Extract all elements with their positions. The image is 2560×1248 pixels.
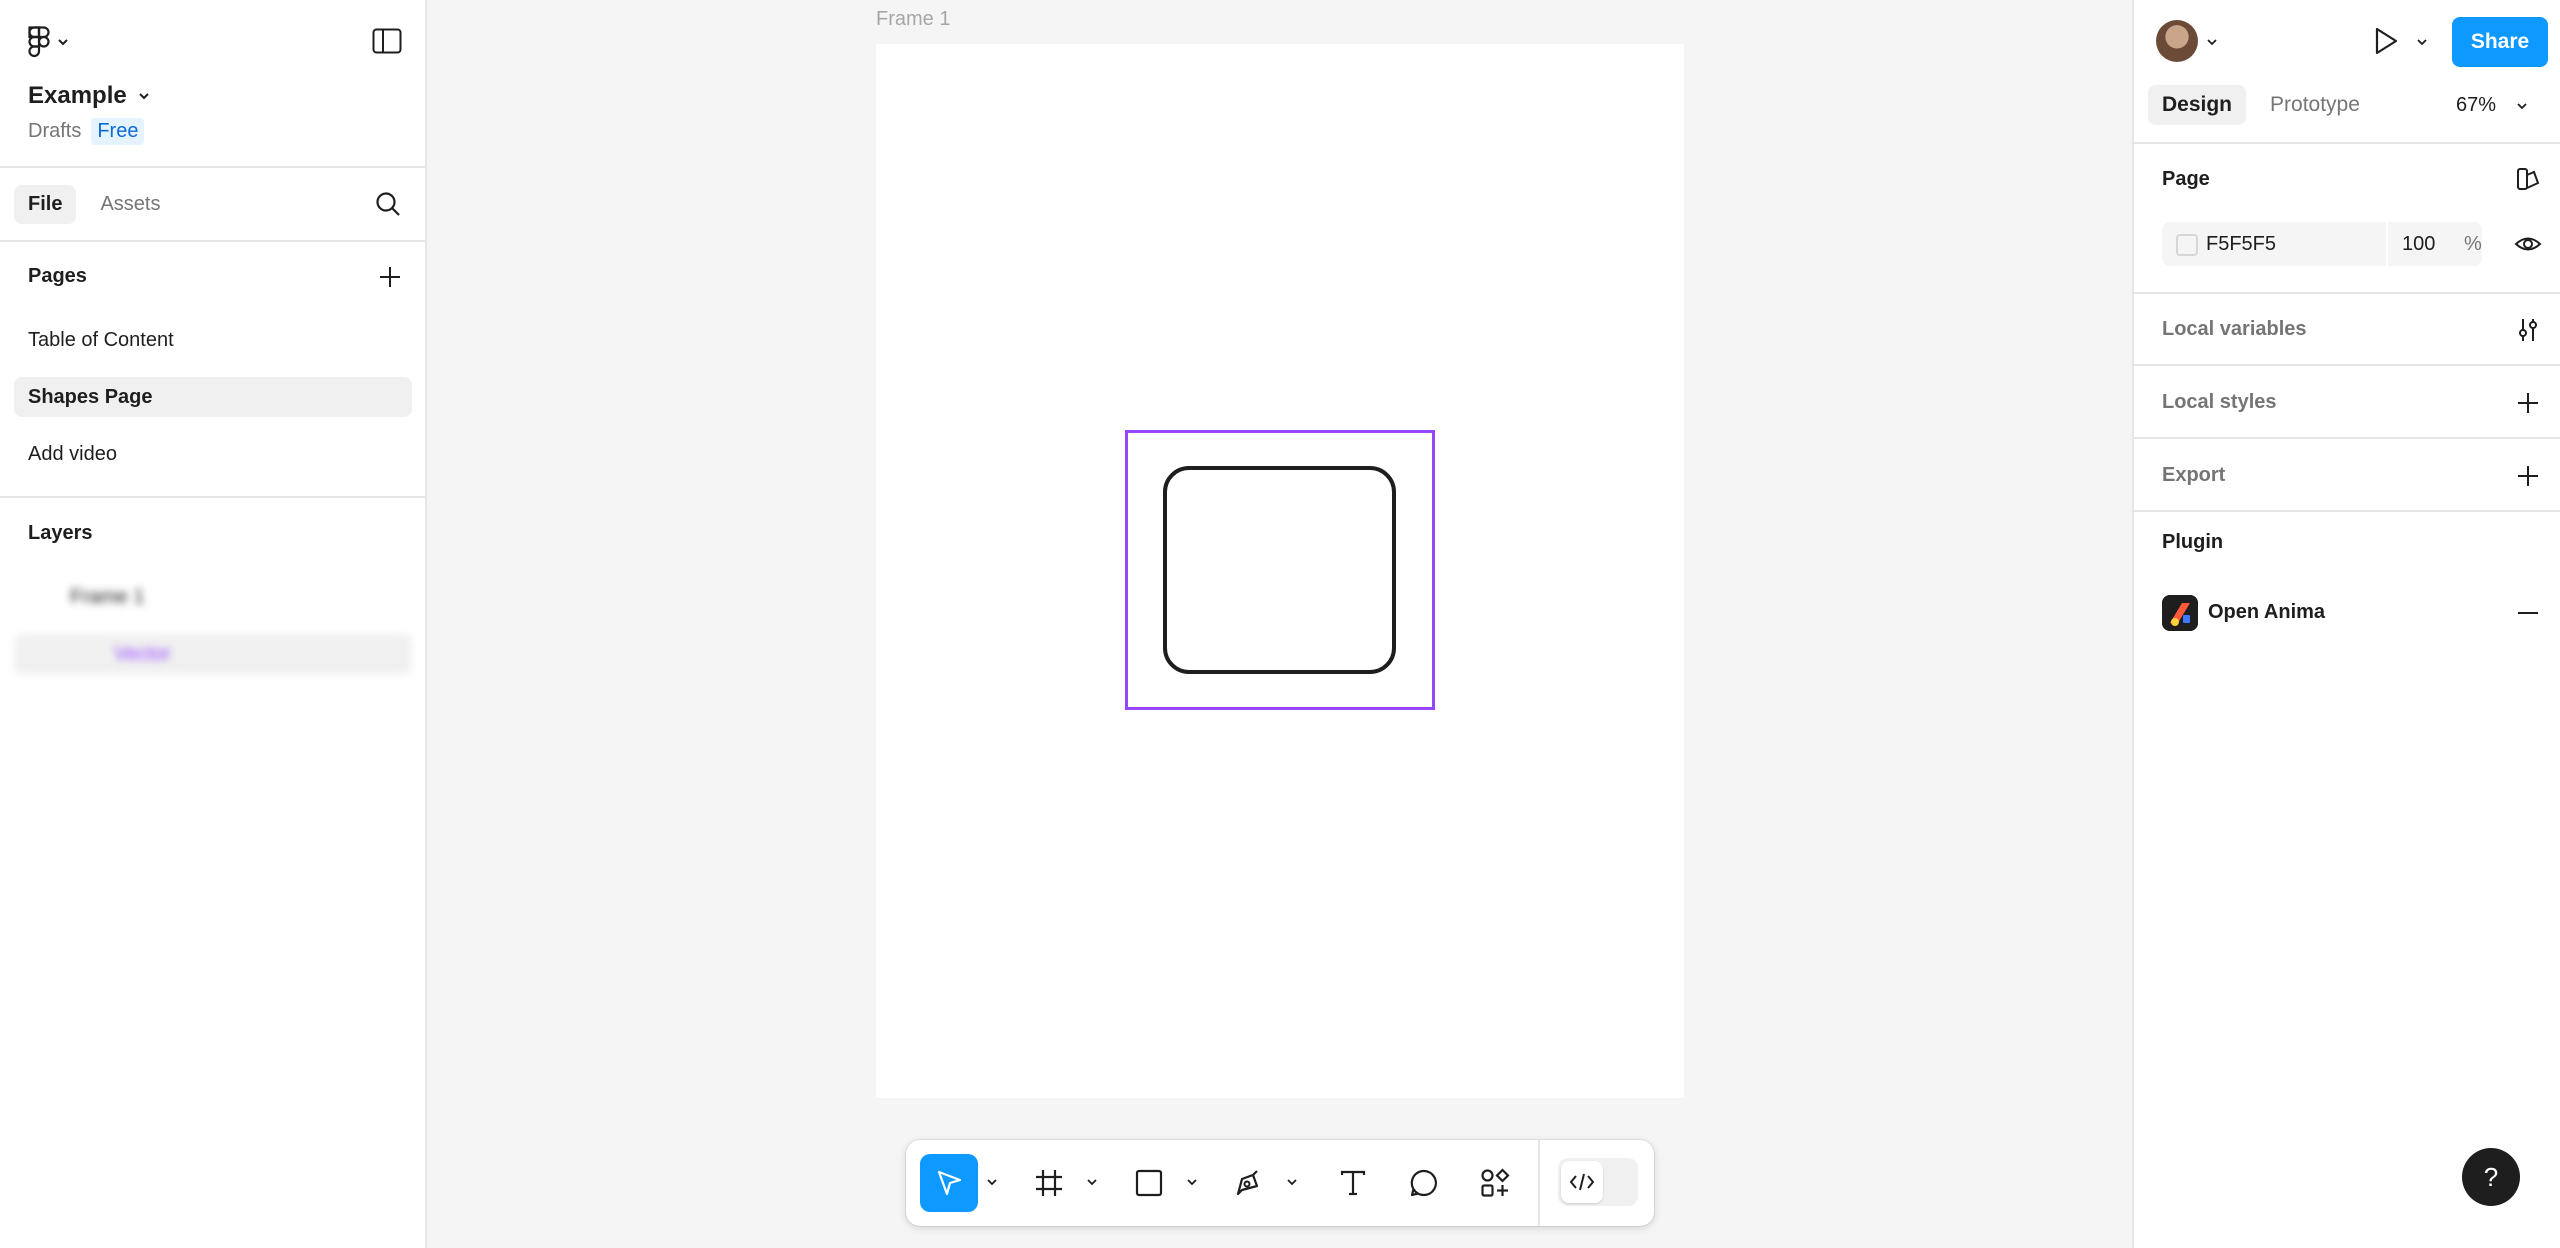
rounded-rectangle-shape[interactable] [1163, 466, 1396, 674]
chevron-down-icon[interactable] [1284, 1174, 1300, 1190]
page-section-title: Page [2162, 168, 2210, 190]
code-icon [1569, 1173, 1595, 1191]
rectangle-tool-button[interactable] [1120, 1154, 1178, 1212]
anima-logo-icon [2162, 595, 2198, 631]
divider [2134, 142, 2560, 144]
minus-icon[interactable] [2514, 599, 2542, 627]
local-styles-label: Local styles [2162, 391, 2277, 413]
page-item-shapes-page[interactable]: Shapes Page [14, 377, 412, 417]
pen-tool-button[interactable] [1220, 1154, 1278, 1212]
user-avatar[interactable] [2156, 20, 2198, 62]
chevron-down-icon[interactable] [2204, 34, 2220, 50]
right-tabs: Design Prototype [2148, 85, 2374, 125]
divider [0, 240, 427, 242]
left-tabs: File Assets [14, 184, 174, 224]
layer-item-frame[interactable]: Frame 1 [14, 577, 412, 617]
right-panel: Share Design Prototype 67% Page F5F5F5 1… [2132, 0, 2560, 1248]
plugin-name[interactable]: Open Anima [2208, 601, 2325, 624]
dev-mode-knob [1561, 1161, 1603, 1203]
toolbar-separator [1538, 1140, 1540, 1226]
chevron-down-icon[interactable] [1084, 1174, 1100, 1190]
cursor-icon [937, 1170, 962, 1196]
divider [2134, 292, 2560, 294]
left-top-row [28, 24, 402, 60]
tab-design[interactable]: Design [2148, 85, 2247, 125]
present-play-icon[interactable] [2368, 24, 2402, 58]
comment-bubble-icon [1410, 1169, 1437, 1197]
layer-item-vector[interactable]: Vector [14, 634, 412, 674]
color-swatch[interactable] [2176, 234, 2198, 256]
pen-icon [1236, 1170, 1259, 1196]
eye-icon[interactable] [2514, 230, 2542, 258]
chevron-down-icon[interactable] [2414, 34, 2430, 50]
layers-title: Layers [28, 522, 93, 544]
export-label: Export [2162, 464, 2226, 486]
page-item-add-video[interactable]: Add video [14, 434, 412, 474]
divider [2134, 510, 2560, 512]
pages-title: Pages [28, 265, 87, 287]
sidebar-toggle-icon[interactable] [372, 28, 402, 54]
search-icon[interactable] [374, 190, 402, 218]
tab-assets[interactable]: Assets [86, 185, 174, 224]
move-tool-button[interactable] [920, 1154, 978, 1212]
frame-tool-button[interactable] [1020, 1154, 1078, 1212]
variables-sliders-icon[interactable] [2514, 316, 2542, 344]
add-style-icon[interactable] [2514, 389, 2542, 417]
actions-tool-button[interactable] [1466, 1154, 1524, 1212]
tab-prototype[interactable]: Prototype [2256, 85, 2374, 125]
frame-grid-icon [1036, 1170, 1062, 1196]
comment-tool-button[interactable] [1395, 1154, 1453, 1212]
opacity-unit: % [2464, 233, 2482, 255]
file-name-menu[interactable]: Example [28, 82, 151, 110]
chevron-down-icon[interactable] [984, 1174, 1000, 1190]
page-opacity[interactable]: 100 [2402, 233, 2435, 256]
add-page-icon[interactable] [378, 265, 402, 289]
text-tool-button[interactable] [1324, 1154, 1382, 1212]
file-name: Example [28, 82, 127, 109]
chevron-down-icon[interactable] [1184, 1174, 1200, 1190]
drafts-link[interactable]: Drafts [28, 120, 81, 143]
dev-mode-toggle[interactable] [1558, 1158, 1638, 1206]
layer-label: Frame 1 [70, 585, 145, 608]
left-sidebar: Example Drafts Free File Assets Pages Ta… [0, 0, 427, 1248]
zoom-menu[interactable]: 67% [2456, 94, 2530, 117]
figma-logo-icon [28, 26, 50, 58]
page-styles-icon[interactable] [2514, 165, 2542, 193]
bottom-toolbar [906, 1140, 1654, 1226]
help-button[interactable]: ? [2462, 1148, 2520, 1206]
local-variables-label: Local variables [2162, 318, 2307, 340]
page-item-table-of-content[interactable]: Table of Content [14, 320, 412, 360]
page-color-hex[interactable]: F5F5F5 [2206, 233, 2276, 256]
share-button[interactable]: Share [2452, 17, 2548, 67]
page-color-field[interactable]: F5F5F5 100 % [2162, 222, 2482, 266]
file-location: Drafts Free [28, 118, 145, 145]
zoom-level: 67% [2456, 94, 2497, 116]
chevron-down-icon [139, 93, 149, 100]
square-icon [1135, 1169, 1163, 1197]
tab-file[interactable]: File [14, 184, 77, 224]
frame-label[interactable]: Frame 1 [876, 8, 950, 31]
plugin-section-title: Plugin [2162, 531, 2224, 553]
divider [2134, 364, 2560, 366]
field-separator [2386, 222, 2388, 266]
layer-label: Vector [114, 642, 171, 665]
main-menu-button[interactable] [28, 24, 78, 60]
chevron-down-icon [58, 39, 68, 46]
divider [0, 166, 427, 168]
add-export-icon[interactable] [2514, 462, 2542, 490]
shapes-plus-icon [1481, 1168, 1510, 1197]
text-icon [1340, 1170, 1366, 1196]
plan-badge[interactable]: Free [91, 118, 145, 145]
chevron-down-icon [2517, 102, 2527, 109]
open-anima-plugin-icon[interactable] [2162, 595, 2198, 631]
divider [0, 496, 427, 498]
divider [2134, 437, 2560, 439]
